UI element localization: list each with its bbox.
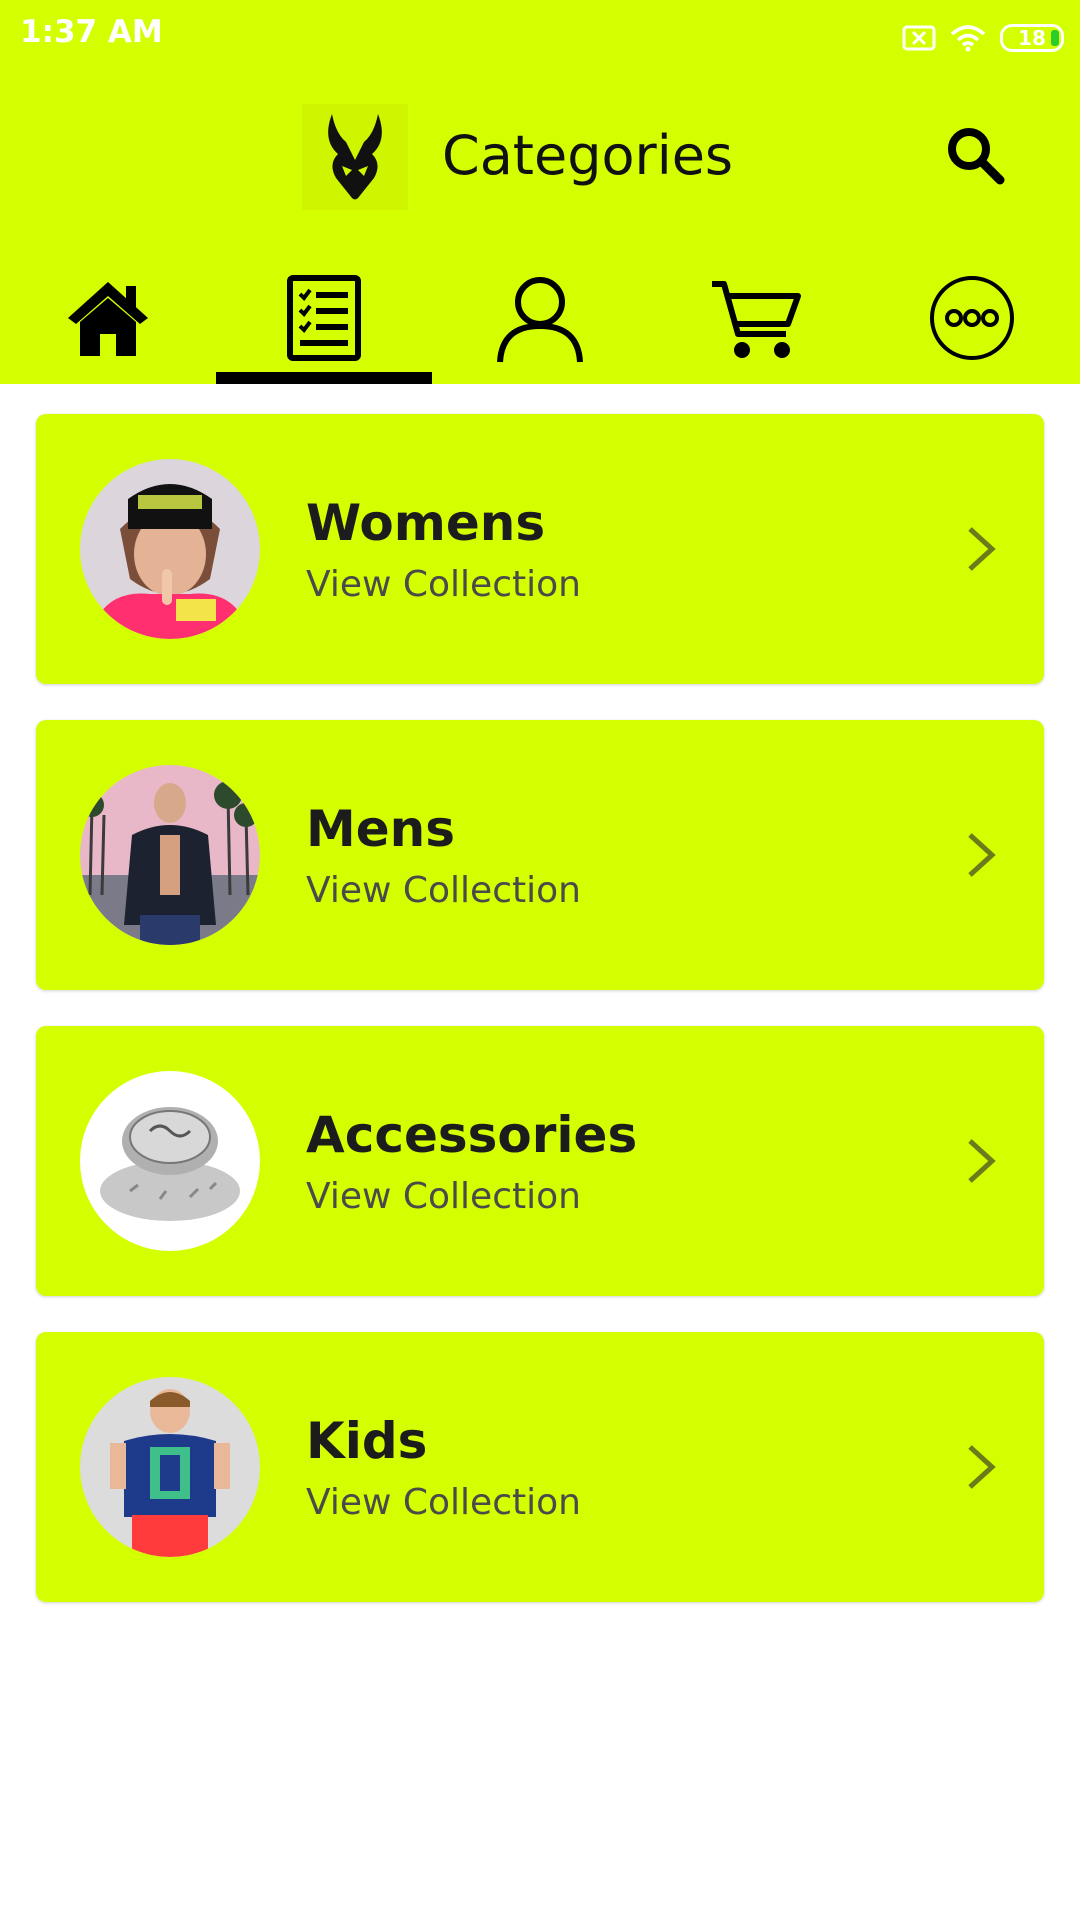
category-subtitle: View Collection [306, 1176, 581, 1217]
more-icon [930, 276, 1014, 360]
tab-profile[interactable] [432, 256, 648, 384]
category-name: Womens [306, 494, 546, 552]
status-bar: 1:37 AM 18 [0, 0, 1080, 72]
tab-more[interactable] [864, 256, 1080, 384]
category-card-kids[interactable]: Kids View Collection [36, 1332, 1044, 1602]
notification-x-icon [902, 25, 936, 51]
status-time: 1:37 AM [20, 14, 163, 50]
accessories-photo [80, 1071, 260, 1251]
page-title: Categories [442, 124, 734, 187]
app-header-area: 1:37 AM 18 Categories [0, 0, 1080, 384]
womens-photo [80, 459, 260, 639]
home-icon [68, 282, 148, 356]
category-card-womens[interactable]: Womens View Collection [36, 414, 1044, 684]
categories-icon [287, 275, 361, 361]
category-name: Kids [306, 1412, 428, 1470]
category-list: Womens View Collection Mens View Collect… [36, 414, 1044, 1638]
battery-level: 18 [1018, 26, 1046, 50]
chevron-right-icon [968, 1445, 996, 1489]
category-subtitle: View Collection [306, 1482, 581, 1523]
category-subtitle: View Collection [306, 870, 581, 911]
tab-home[interactable] [0, 256, 216, 384]
category-card-mens[interactable]: Mens View Collection [36, 720, 1044, 990]
tab-categories[interactable] [216, 256, 432, 384]
mens-photo [80, 765, 260, 945]
profile-icon [497, 277, 583, 363]
brand-logo [302, 104, 408, 210]
chevron-right-icon [968, 1139, 996, 1183]
tab-bar [0, 256, 1080, 384]
battery-charge-icon [1051, 30, 1059, 46]
cart-icon [712, 281, 801, 358]
wifi-icon [950, 25, 986, 52]
battery-indicator: 18 [1000, 24, 1064, 52]
category-name: Accessories [306, 1106, 638, 1164]
chevron-right-icon [968, 833, 996, 877]
category-name: Mens [306, 800, 456, 858]
active-tab-indicator [216, 372, 432, 384]
status-icons: 18 [902, 18, 1064, 58]
category-card-accessories[interactable]: Accessories View Collection [36, 1026, 1044, 1296]
chevron-right-icon [968, 527, 996, 571]
page-header: Categories [0, 96, 1080, 220]
tab-cart[interactable] [648, 256, 864, 384]
search-icon[interactable] [944, 124, 1006, 186]
kids-photo [80, 1377, 260, 1557]
category-subtitle: View Collection [306, 564, 581, 605]
